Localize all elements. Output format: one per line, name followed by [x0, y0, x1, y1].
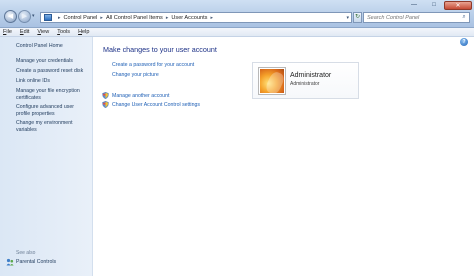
recent-pages-dropdown[interactable]: ▾	[32, 13, 35, 19]
title-bar: ◀ ▶ ▾ ▸ Control Panel ▸ All Control Pane…	[0, 0, 474, 28]
menu-help-label: elp	[82, 29, 90, 35]
uac-settings-link[interactable]: Change User Account Control settings	[112, 102, 200, 108]
breadcrumb-separator: ▸	[58, 14, 61, 21]
create-password-link[interactable]: Create a password for your account	[112, 62, 194, 68]
main-content: ? Make changes to your user account Crea…	[94, 37, 474, 276]
breadcrumb-separator: ▸	[100, 14, 103, 21]
parental-controls-link[interactable]: Parental Controls	[16, 259, 56, 265]
menu-view[interactable]: View	[37, 29, 49, 35]
link-online-ids-link[interactable]: Link online IDs	[16, 78, 88, 85]
breadcrumb-user-accounts[interactable]: User Accounts	[171, 15, 207, 21]
breadcrumb-separator: ▸	[210, 14, 213, 21]
minimize-button[interactable]: —	[404, 1, 424, 10]
search-box[interactable]: ⌕	[363, 12, 470, 23]
task-pane: Control Panel Home Manage your credentia…	[0, 37, 93, 276]
control-panel-icon	[44, 14, 52, 21]
manage-another-account-link[interactable]: Manage another account	[112, 93, 169, 99]
menu-edit-label: dit	[23, 29, 30, 35]
control-panel-home-link[interactable]: Control Panel Home	[16, 43, 88, 50]
refresh-button[interactable]: ↻	[353, 12, 362, 23]
menu-file[interactable]: File	[3, 29, 12, 35]
menu-help[interactable]: Help	[78, 29, 89, 35]
breadcrumb-control-panel[interactable]: Control Panel	[64, 15, 98, 21]
uac-shield-icon	[102, 92, 109, 99]
file-encryption-link[interactable]: Manage your file encryption certificates	[16, 88, 88, 101]
password-reset-disk-link[interactable]: Create a password reset disk	[16, 68, 88, 75]
breadcrumb-all-items[interactable]: All Control Panel Items	[106, 15, 163, 21]
search-input[interactable]	[364, 14, 459, 21]
search-icon[interactable]: ⌕	[459, 14, 469, 21]
menu-view-label: iew	[40, 29, 50, 35]
menu-tools[interactable]: Tools	[57, 29, 70, 35]
uac-shield-icon	[102, 101, 109, 108]
maximize-button[interactable]: □	[424, 1, 444, 10]
help-icon[interactable]: ?	[460, 38, 468, 46]
account-card: Administrator Administrator	[252, 62, 359, 99]
page-title: Make changes to your user account	[103, 45, 217, 54]
menu-tools-label: ools	[59, 29, 71, 35]
forward-arrow-icon: ▶	[21, 13, 28, 20]
close-button[interactable]: ✕	[444, 1, 472, 10]
menu-edit[interactable]: Edit	[20, 29, 29, 35]
avatar-flower-image	[260, 69, 284, 93]
manage-credentials-link[interactable]: Manage your credentials	[16, 58, 88, 65]
address-dropdown-icon[interactable]: ▾	[346, 15, 351, 21]
account-type: Administrator	[290, 81, 320, 87]
advanced-profile-link[interactable]: Configure advanced user profile properti…	[16, 104, 88, 117]
forward-button[interactable]: ▶	[18, 10, 31, 23]
menu-bar: File Edit View Tools Help	[0, 28, 474, 37]
back-arrow-icon: ◀	[7, 13, 14, 20]
refresh-icon: ↻	[354, 14, 361, 20]
change-picture-link[interactable]: Change your picture	[112, 72, 159, 78]
see-also-label: See also	[16, 250, 36, 256]
address-bar[interactable]: ▸ Control Panel ▸ All Control Panel Item…	[40, 12, 352, 23]
environment-variables-link[interactable]: Change my environment variables	[16, 120, 88, 133]
parental-controls-icon	[6, 258, 14, 266]
back-button[interactable]: ◀	[4, 10, 17, 23]
breadcrumb-separator: ▸	[165, 14, 169, 21]
account-name: Administrator	[290, 72, 332, 79]
menu-file-label: ile	[6, 29, 12, 35]
avatar[interactable]	[258, 67, 286, 95]
